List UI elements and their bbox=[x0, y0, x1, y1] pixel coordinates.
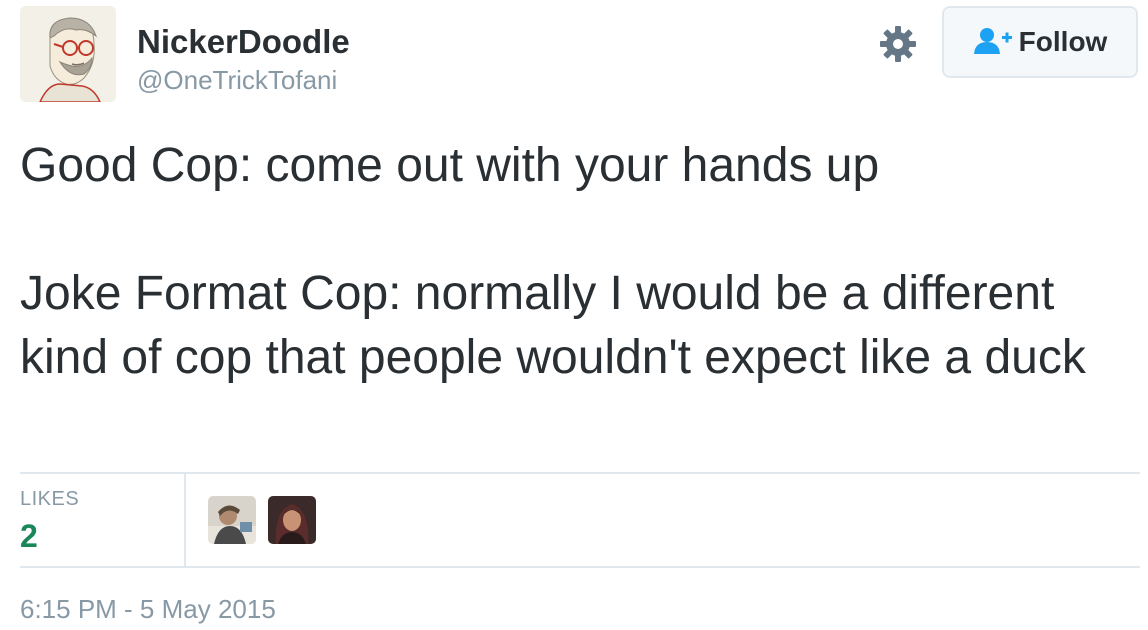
add-user-icon bbox=[973, 28, 1012, 54]
avatar-sketch bbox=[20, 6, 116, 102]
gear-icon[interactable] bbox=[878, 24, 918, 64]
display-name[interactable]: NickerDoodle bbox=[137, 22, 350, 62]
liker-avatar[interactable] bbox=[268, 496, 316, 544]
tweet-stats: LIKES 2 bbox=[20, 474, 1140, 566]
follow-button-label: Follow bbox=[1018, 26, 1108, 57]
tweet-text: Good Cop: come out with your hands up Jo… bbox=[20, 134, 1130, 390]
likes-stat[interactable]: LIKES 2 bbox=[20, 474, 186, 566]
liker-avatar[interactable] bbox=[208, 496, 256, 544]
likes-count: 2 bbox=[20, 518, 38, 554]
tweet-timestamp[interactable]: 6:15 PM - 5 May 2015 bbox=[20, 594, 276, 625]
likes-label: LIKES bbox=[20, 488, 80, 510]
user-avatar[interactable] bbox=[20, 6, 116, 102]
divider-bottom bbox=[20, 566, 1140, 568]
tweet-line-1: Good Cop: come out with your hands up bbox=[20, 139, 880, 192]
tweet-line-2: Joke Format Cop: normally I would be a d… bbox=[20, 267, 1086, 384]
follow-button[interactable]: Follow bbox=[942, 6, 1138, 78]
user-handle[interactable]: @OneTrickTofani bbox=[137, 64, 337, 96]
